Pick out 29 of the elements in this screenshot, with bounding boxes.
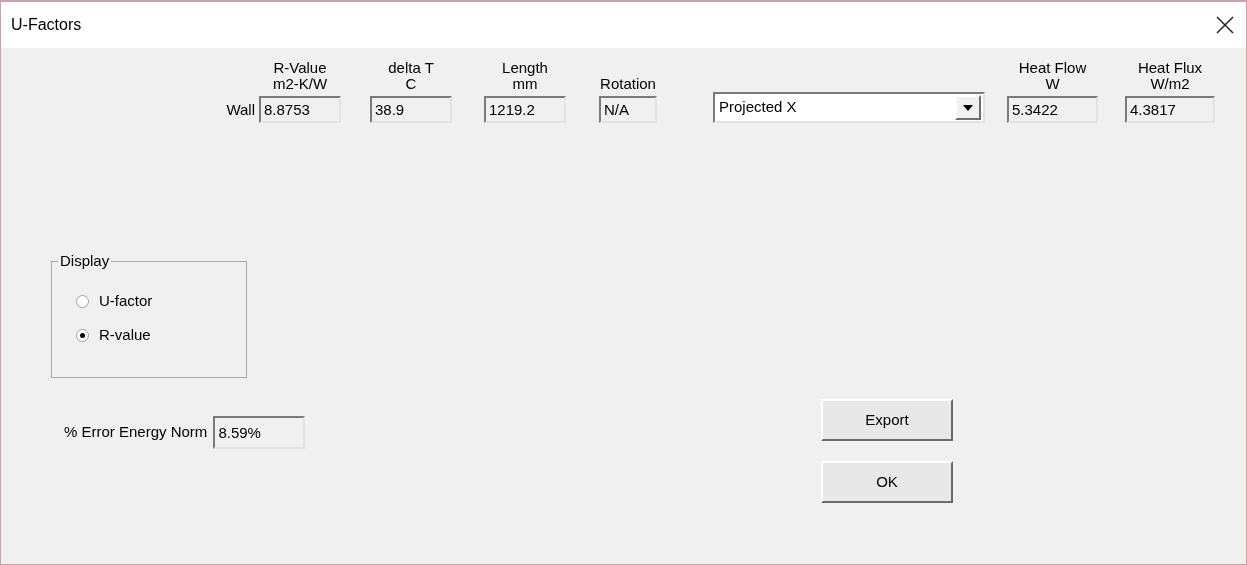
column-header: Length xyxy=(502,60,548,76)
field-label: % Error Energy Norm xyxy=(64,422,208,443)
value-field[interactable]: 4.3817 xyxy=(1125,96,1215,123)
column-header: Heat Flux xyxy=(1137,60,1203,76)
value-field[interactable]: 8.8753 xyxy=(259,96,341,123)
window-title: U-Factors xyxy=(11,15,82,35)
caret-icon xyxy=(963,104,973,111)
dialog-button[interactable]: Export xyxy=(821,399,953,441)
value-field[interactable]: 38.9 xyxy=(370,96,452,123)
close-icon xyxy=(1216,16,1234,34)
value-field[interactable]: N/A xyxy=(599,96,657,123)
column-header: m2-K/W xyxy=(272,76,328,92)
error-norm-field[interactable]: 8.59% xyxy=(213,416,306,449)
column-header: Rotation xyxy=(600,76,656,92)
column-header: Heat Flow xyxy=(1018,60,1087,76)
group-title: Display xyxy=(58,252,112,270)
column-header: C xyxy=(404,76,418,92)
column-header: W xyxy=(1044,76,1061,92)
column-header: mm xyxy=(512,76,538,92)
dropdown[interactable]: Projected X xyxy=(713,92,985,123)
radio-option[interactable]: U-factor xyxy=(76,284,153,318)
column-header: R-Value xyxy=(272,60,328,76)
dialog-button[interactable]: OK xyxy=(821,461,953,503)
column-header: W/m2 xyxy=(1149,76,1191,92)
value-field[interactable]: 1219.2 xyxy=(484,96,566,123)
row-label: Wall xyxy=(225,100,256,120)
radio-option[interactable]: R-value xyxy=(76,318,151,352)
column-header: delta T xyxy=(388,60,434,76)
value-field[interactable]: 5.3422 xyxy=(1007,96,1098,123)
